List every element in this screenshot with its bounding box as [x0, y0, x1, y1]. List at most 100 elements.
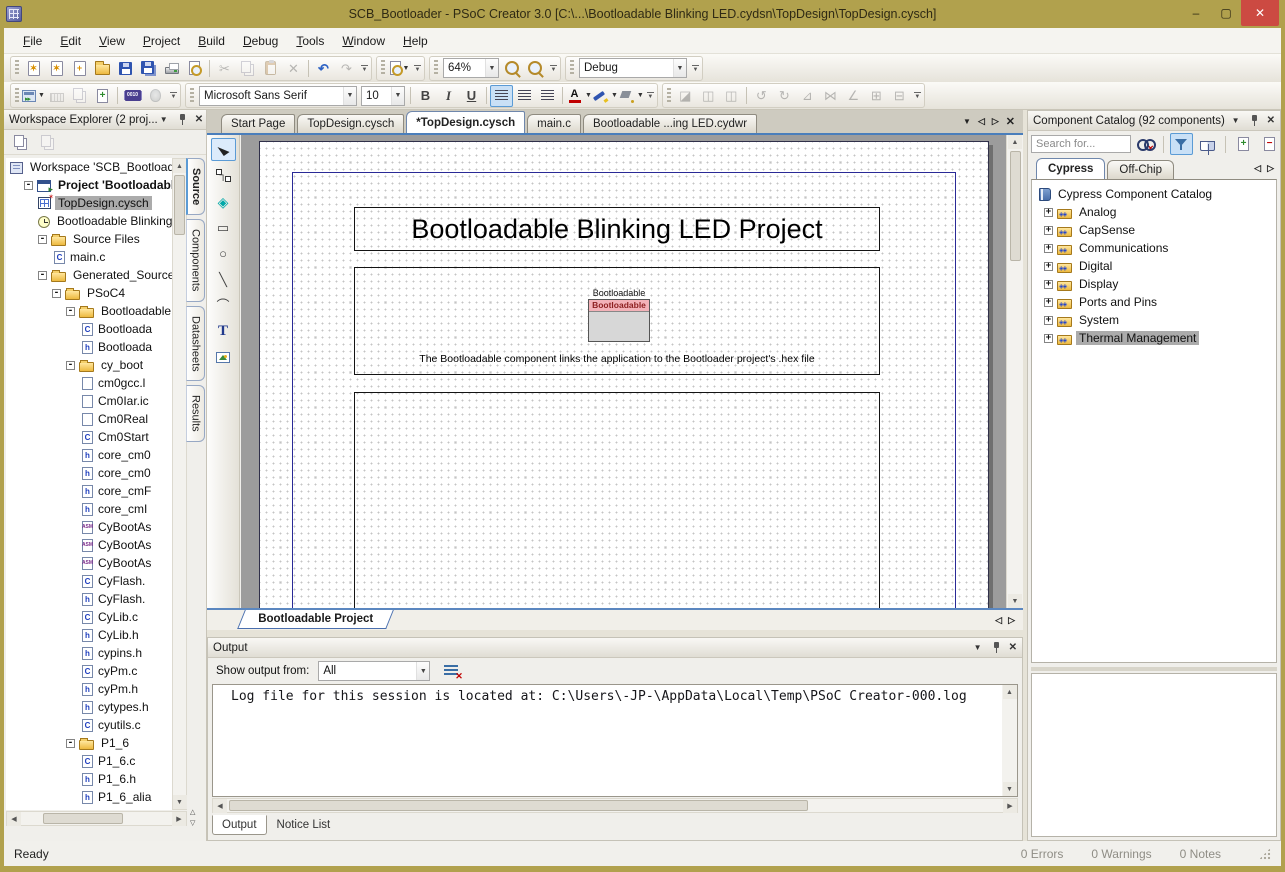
pin-icon[interactable]	[1250, 115, 1259, 127]
side-tab-components[interactable]: Components	[186, 219, 205, 301]
status-warnings[interactable]: 0 Warnings	[1091, 847, 1151, 861]
catalog-root-item[interactable]: Cypress Component Catalog	[1032, 185, 1276, 203]
zoom-out-button[interactable]: −	[524, 57, 547, 79]
tree-item[interactable]: CyFlash.	[6, 590, 172, 608]
find-in-files-button[interactable]: ▼	[388, 57, 411, 79]
catalog-category-item[interactable]: +Ports and Pins	[1032, 293, 1276, 311]
expander-icon[interactable]: +	[1044, 298, 1053, 307]
toolbar-overflow-icon[interactable]: ▼	[692, 65, 699, 72]
tree-item[interactable]: core_cm0	[6, 446, 172, 464]
sheet-next-icon[interactable]: ▷	[1008, 615, 1015, 626]
toolbar-overflow-icon[interactable]: ▼	[550, 65, 557, 72]
chevron-down-icon[interactable]: ▼	[485, 59, 498, 77]
expander-icon[interactable]: +	[1044, 244, 1053, 253]
tree-item[interactable]: cytypes.h	[6, 698, 172, 716]
workspace-tree-vscrollbar[interactable]: ▲ ▼	[172, 158, 187, 810]
chevron-down-icon[interactable]: ▼	[673, 59, 686, 77]
scrollbar-thumb[interactable]	[174, 175, 185, 235]
output-console[interactable]: Log file for this session is located at:…	[212, 684, 1018, 797]
close-button[interactable]: ✕	[1241, 0, 1279, 26]
new-project-button[interactable]: ✶	[22, 57, 45, 79]
document-tab[interactable]: main.c	[527, 114, 581, 133]
tree-item[interactable]: cyutils.c	[6, 716, 172, 734]
expander-icon[interactable]: -	[66, 739, 75, 748]
tree-item[interactable]: -Project 'Bootloadable	[6, 176, 172, 194]
tree-item[interactable]: -Bootloadable	[6, 302, 172, 320]
side-tab-results[interactable]: Results	[186, 385, 205, 442]
tree-item[interactable]: cypins.h	[6, 644, 172, 662]
tree-item[interactable]: CyLib.c	[6, 608, 172, 626]
scroll-up-icon[interactable]: ▲	[1008, 135, 1022, 149]
expand-all-button[interactable]	[36, 131, 59, 153]
panel-menu-icon[interactable]: ▼	[972, 642, 984, 654]
tree-item[interactable]: CyFlash.	[6, 572, 172, 590]
program-button[interactable]: 0010	[121, 85, 144, 107]
ellipse-tool[interactable]: ○	[211, 242, 236, 265]
tree-item[interactable]: -cy_boot	[6, 356, 172, 374]
tree-item[interactable]: cyPm.c	[6, 662, 172, 680]
tab-next-icon[interactable]: ▷	[992, 116, 999, 127]
minimize-button[interactable]: –	[1181, 0, 1211, 26]
side-tab-source[interactable]: Source	[186, 158, 205, 215]
scroll-down-icon[interactable]: ▽	[190, 819, 195, 827]
expander-icon[interactable]: -	[66, 361, 75, 370]
scroll-right-icon[interactable]: ▶	[172, 812, 186, 826]
new-file-button[interactable]: ✶	[45, 57, 68, 79]
bold-button[interactable]: B	[414, 85, 437, 107]
tree-item[interactable]: cm0gcc.l	[6, 374, 172, 392]
menu-project[interactable]: Project	[134, 30, 189, 52]
scrollbar-thumb[interactable]	[1010, 151, 1021, 261]
catalog-category-item[interactable]: +Digital	[1032, 257, 1276, 275]
console-hscrollbar[interactable]: ◀ ▶	[212, 798, 1018, 813]
line-tool[interactable]: ╲	[211, 268, 236, 291]
scrollbar-thumb[interactable]	[43, 813, 123, 824]
status-notes[interactable]: 0 Notes	[1180, 847, 1221, 861]
toolbar-overflow-icon[interactable]: ▼	[414, 65, 421, 72]
save-all-button[interactable]	[137, 57, 160, 79]
menu-tools[interactable]: Tools	[287, 30, 333, 52]
scroll-right-icon[interactable]: ▶	[1003, 799, 1017, 813]
scroll-left-icon[interactable]: ◀	[213, 799, 227, 813]
clear-search-button[interactable]: ✕	[1134, 133, 1157, 155]
zoom-in-button[interactable]: +	[501, 57, 524, 79]
text-tool[interactable]: T	[211, 320, 236, 343]
tree-item[interactable]: CyBootAs	[6, 518, 172, 536]
toolbar-overflow-icon[interactable]: ▼	[361, 65, 368, 72]
maximize-button[interactable]: ▢	[1211, 0, 1241, 26]
document-tab[interactable]: *TopDesign.cysch	[406, 111, 525, 133]
chevron-down-icon[interactable]: ▼	[391, 87, 404, 105]
pin-icon[interactable]	[178, 114, 187, 126]
expander-icon[interactable]: +	[1044, 334, 1053, 343]
document-tab[interactable]: TopDesign.cysch	[297, 114, 404, 133]
debug-configuration-combo[interactable]: Debug▼	[579, 58, 687, 78]
tree-item[interactable]: core_cm0	[6, 464, 172, 482]
catalog-category-item[interactable]: +Thermal Management	[1032, 329, 1276, 347]
tree-item[interactable]: Cm0Start	[6, 428, 172, 446]
scroll-down-icon[interactable]: ▼	[1003, 782, 1017, 796]
zoom-level-combo[interactable]: 64%▼	[443, 58, 499, 78]
close-icon[interactable]: ✕	[1009, 642, 1017, 653]
collapse-all-button[interactable]	[9, 131, 32, 153]
catalog-tab-off-chip[interactable]: Off-Chip	[1107, 160, 1174, 179]
panel-menu-icon[interactable]: ▼	[158, 114, 170, 126]
tree-item[interactable]: CyLib.h	[6, 626, 172, 644]
collapse-all-button[interactable]: −	[1258, 133, 1281, 155]
tree-item[interactable]: Bootloadable Blinking	[6, 212, 172, 230]
italic-button[interactable]: I	[437, 85, 460, 107]
toolbar-grip[interactable]	[15, 60, 19, 76]
status-errors[interactable]: 0 Errors	[1021, 847, 1064, 861]
close-icon[interactable]: ✕	[1267, 115, 1275, 126]
scrollbar-thumb[interactable]	[229, 800, 808, 811]
tree-item[interactable]: core_cmF	[6, 482, 172, 500]
expander-icon[interactable]: -	[52, 289, 61, 298]
search-input[interactable]	[1031, 135, 1131, 153]
font-name-combo[interactable]: Microsoft Sans Serif▼	[199, 86, 357, 106]
expander-icon[interactable]: +	[1044, 262, 1053, 271]
catalog-category-item[interactable]: +Communications	[1032, 239, 1276, 257]
chevron-down-icon[interactable]: ▼	[343, 87, 356, 105]
tree-item[interactable]: CyBootAs	[6, 554, 172, 572]
expander-icon[interactable]: +	[1044, 208, 1053, 217]
scroll-down-icon[interactable]: ▼	[1008, 594, 1022, 608]
document-tab[interactable]: Bootloadable ...ing LED.cydwr	[583, 114, 757, 133]
tab-next-icon[interactable]: ▷	[1267, 163, 1274, 174]
